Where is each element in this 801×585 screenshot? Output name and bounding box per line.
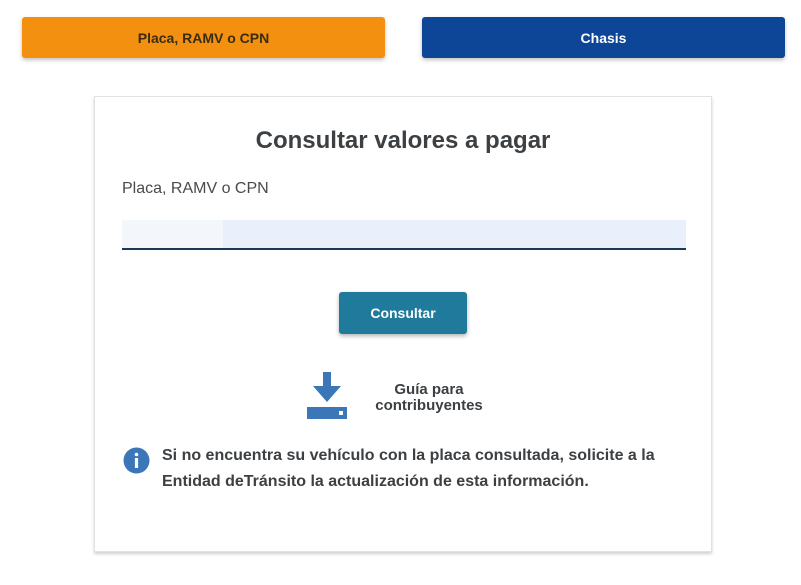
guide-label-line1: Guía para: [394, 381, 464, 398]
placa-field-label: Placa, RAMV o CPN: [122, 180, 269, 197]
guide-label: Guía para contribuyentes: [367, 382, 491, 414]
query-card: Consultar valores a pagar Placa, RAMV o …: [94, 96, 712, 552]
page: Placa, RAMV o CPN Chasis Consultar valor…: [0, 0, 801, 585]
download-icon: [307, 372, 347, 419]
tab-chasis[interactable]: Chasis: [422, 17, 785, 58]
info-message: Si no encuentra su vehículo con la placa…: [162, 447, 655, 490]
consultar-button[interactable]: Consultar: [339, 292, 467, 334]
tab-placa-ramv-cpn[interactable]: Placa, RAMV o CPN: [22, 17, 385, 58]
guide-label-line2: contribuyentes: [375, 397, 483, 414]
placa-input[interactable]: [122, 220, 686, 250]
info-icon: [123, 447, 150, 474]
page-title: Consultar valores a pagar: [255, 127, 551, 154]
guide-download-link[interactable]: Guía para contribuyentes: [305, 372, 505, 422]
